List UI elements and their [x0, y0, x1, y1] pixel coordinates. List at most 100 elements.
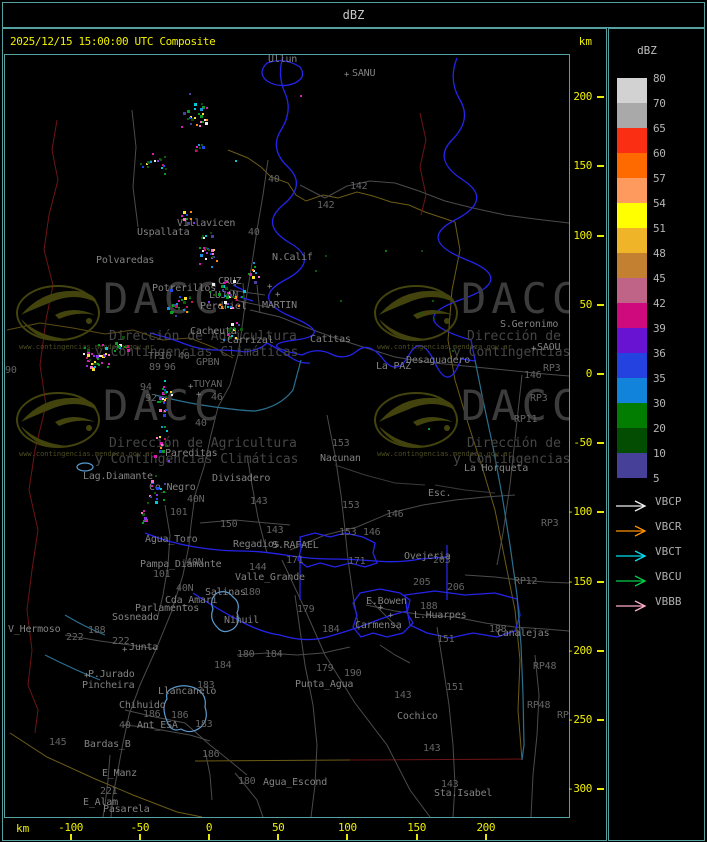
route-label: 46 — [211, 392, 223, 403]
x-tick-mark — [138, 834, 141, 840]
route-label: 40N — [187, 494, 205, 505]
radar-echo-pixel — [147, 502, 149, 504]
route-label: 153 — [339, 527, 357, 538]
route-label: 144 — [249, 562, 267, 573]
x-tick-mark — [69, 834, 72, 840]
radar-echo-pixel — [194, 108, 196, 110]
radar-echo-pixel — [248, 273, 250, 275]
radar-echo-pixel — [186, 214, 188, 216]
y-tick-label: 100 — [573, 228, 592, 242]
route-label: 180 — [243, 587, 261, 598]
radar-echo-pixel — [234, 328, 236, 330]
radar-echo-pixel — [213, 294, 215, 296]
map-geometry — [6, 56, 569, 817]
x-tick-label: 100 — [338, 821, 357, 834]
x-tick-label: 200 — [476, 821, 496, 834]
y-tick-mark — [597, 788, 604, 791]
route-label: RP3 — [530, 393, 548, 404]
radar-echo-pixel — [186, 311, 188, 313]
place-label: Desaguadero — [406, 355, 471, 366]
radar-echo-pixel — [235, 160, 237, 162]
radar-echo-pixel — [300, 95, 302, 97]
place-label: MARTIN — [262, 300, 297, 311]
radar-echo-pixel — [125, 345, 127, 347]
route-label: 40N — [176, 583, 194, 594]
radar-echo-pixel — [240, 328, 243, 331]
radar-echo-pixel — [190, 123, 192, 125]
route-label: 143 — [441, 779, 459, 790]
radar-echo-pixel — [194, 117, 196, 119]
radar-echo-pixel — [165, 168, 167, 170]
radar-echo-pixel — [164, 173, 166, 175]
route-label: RP12 — [514, 576, 538, 587]
radar-echo-pixel — [108, 363, 110, 365]
radar-echo-pixel — [166, 430, 168, 432]
radar-echo-pixel — [231, 323, 234, 326]
route-label: 184 — [214, 660, 232, 671]
radar-echo-pixel — [212, 253, 214, 255]
title-bar: dBZ — [2, 2, 705, 28]
route-label: 188 — [489, 624, 507, 635]
radar-echo-pixel — [199, 247, 201, 249]
place-label: Sta.Isabel — [434, 788, 493, 799]
dbz-scale-label: 30 — [653, 397, 666, 410]
dbz-scale-label: 70 — [653, 97, 666, 110]
radar-echo-pixel — [253, 262, 255, 264]
radar-echo-pixel — [236, 299, 238, 301]
place-label: La Horqueta — [464, 463, 529, 474]
route-label: 146 — [363, 527, 381, 538]
radar-echo-pixel — [206, 119, 208, 121]
radar-echo-pixel — [165, 396, 167, 398]
radar-echo-pixel — [164, 426, 166, 428]
radar-echo-pixel — [186, 306, 188, 308]
route-label: 96 — [164, 362, 176, 373]
y-tick-label: 200 — [573, 90, 592, 104]
radar-echo-pixel — [433, 318, 435, 320]
route-label: RP48 — [527, 700, 551, 711]
route-label: TPIO — [148, 351, 172, 362]
x-tick-label: -50 — [130, 821, 150, 834]
radar-echo-pixel — [187, 110, 190, 113]
dbz-swatch — [617, 378, 647, 403]
radar-echo-pixel — [151, 485, 153, 487]
y-tick-label: -50 — [573, 436, 592, 450]
place-label: Pasarela — [103, 804, 150, 815]
radar-echo-pixel — [97, 358, 99, 360]
radar-echo-pixel — [141, 512, 143, 514]
radar-echo-pixel — [186, 218, 188, 220]
dbz-swatch — [617, 353, 647, 378]
radar-echo-pixel — [183, 211, 186, 214]
radar-echo-pixel — [202, 146, 205, 149]
place-label: Agua_Escond — [263, 777, 328, 788]
radar-echo-pixel — [210, 232, 212, 234]
station-cross-icon: + — [378, 603, 384, 613]
radar-echo-pixel — [174, 304, 176, 306]
vbcr-arrow-icon — [615, 522, 651, 541]
place-label: Pareditas — [165, 448, 218, 459]
radar-echo-pixel — [170, 311, 173, 314]
dbz-scale-label: 48 — [653, 247, 666, 260]
secondary-rivers — [44, 359, 525, 761]
radar-echo-pixel — [206, 107, 208, 109]
vbcp-arrow-icon — [615, 497, 651, 516]
x-tick-mark — [277, 834, 280, 840]
radar-echo-pixel — [156, 437, 158, 439]
dbz-swatch — [617, 128, 647, 153]
route-label: 150 — [220, 519, 238, 530]
radar-echo-pixel — [226, 296, 229, 299]
radar-echo-pixel — [340, 300, 342, 302]
radar-echo-pixel — [200, 115, 203, 118]
radar-echo-pixel — [155, 475, 157, 477]
radar-echo-pixel — [98, 364, 100, 366]
radar-echo-pixel — [227, 292, 229, 294]
route-label: 40 — [195, 418, 207, 429]
radar-echo-pixel — [201, 237, 203, 239]
radar-echo-pixel — [164, 483, 166, 485]
radar-echo-pixel — [211, 235, 214, 238]
radar-echo-pixel — [227, 334, 229, 336]
radar-echo-pixel — [209, 291, 211, 293]
route-label: 40 — [268, 174, 280, 185]
place-label: S.RAFAEL — [272, 540, 319, 551]
route-label: 151 — [437, 634, 455, 645]
place-label: Bardas_B — [84, 739, 131, 750]
